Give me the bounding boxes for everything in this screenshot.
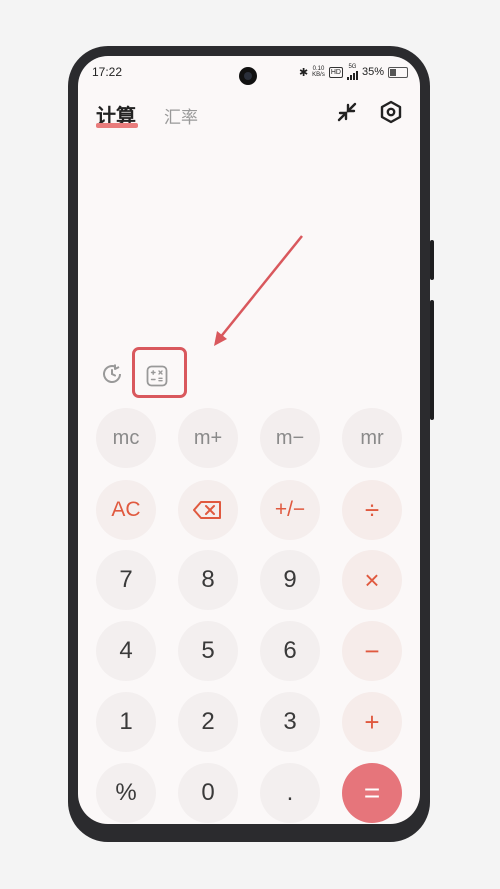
key-1[interactable]: 1: [96, 692, 156, 752]
key-m-minus[interactable]: m−: [260, 408, 320, 468]
tab-exchange-rate[interactable]: 汇率: [164, 103, 198, 128]
key-mr[interactable]: mr: [342, 408, 402, 468]
network-speed: 0.10 KB/s: [312, 66, 325, 78]
battery-icon: [388, 66, 408, 78]
history-clock-icon: [103, 364, 121, 383]
key-6[interactable]: 6: [260, 621, 320, 681]
key-percent[interactable]: %: [96, 763, 156, 823]
collapse-arrows-icon: [337, 102, 357, 122]
key-divide[interactable]: ÷: [342, 480, 402, 540]
signal-5g: 5G: [346, 64, 358, 80]
status-icons: ✱ 0.10 KB/s HD 5G 35%: [299, 64, 408, 80]
key-9[interactable]: 9: [260, 550, 320, 610]
key-sign-toggle[interactable]: +/−: [260, 480, 320, 540]
unit-converter-icon: [146, 365, 168, 387]
side-button: [430, 300, 434, 420]
key-8[interactable]: 8: [178, 550, 238, 610]
key-decimal[interactable]: .: [260, 763, 320, 823]
key-5[interactable]: 5: [178, 621, 238, 681]
key-0[interactable]: 0: [178, 763, 238, 823]
bluetooth-icon: ✱: [298, 66, 309, 79]
network-speed-unit: KB/s: [312, 72, 325, 78]
key-7[interactable]: 7: [96, 550, 156, 610]
key-subtract[interactable]: −: [342, 621, 402, 681]
hd-badge: HD: [328, 66, 343, 78]
history-button[interactable]: [100, 362, 124, 386]
key-add[interactable]: +: [342, 692, 402, 752]
front-camera: [239, 67, 257, 85]
unit-converter-button[interactable]: [145, 364, 169, 388]
key-4[interactable]: 4: [96, 621, 156, 681]
status-time: 17:22: [92, 65, 123, 79]
key-backspace[interactable]: [178, 480, 238, 540]
key-equals[interactable]: =: [342, 763, 402, 823]
key-mc[interactable]: mc: [96, 408, 156, 468]
key-2[interactable]: 2: [178, 692, 238, 752]
tab-active-indicator: [96, 123, 138, 128]
signal-bars-icon: [346, 70, 358, 80]
battery-percent: 35%: [361, 66, 384, 78]
hexagon-settings-icon: [380, 100, 402, 124]
settings-button[interactable]: [377, 98, 405, 126]
key-m-plus[interactable]: m+: [178, 408, 238, 468]
key-all-clear[interactable]: AC: [96, 480, 156, 540]
screen: 17:22 ✱ 0.10 KB/s HD 5G 35% 计算 汇率 mc m+ …: [78, 56, 420, 824]
status-bar: 17:22 ✱ 0.10 KB/s HD 5G 35%: [78, 56, 420, 90]
backspace-icon: [193, 501, 221, 519]
volume-button: [430, 240, 434, 280]
collapse-button[interactable]: [333, 98, 361, 126]
key-multiply[interactable]: ×: [342, 550, 402, 610]
key-3[interactable]: 3: [260, 692, 320, 752]
